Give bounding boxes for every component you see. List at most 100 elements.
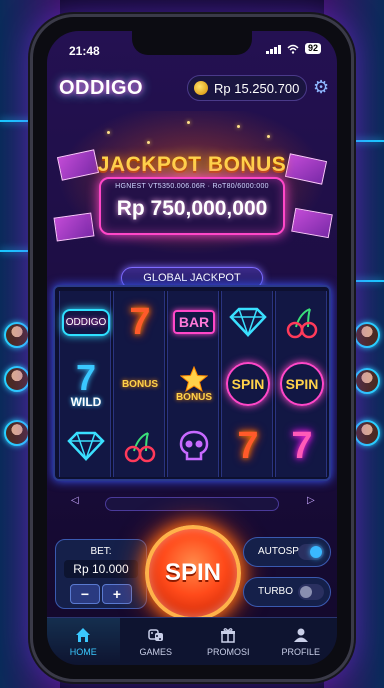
spin-button[interactable]: SPIN	[145, 525, 241, 621]
turbo-switch[interactable]	[298, 584, 324, 600]
slot-reels: ODDIGO 7 WILD 7 BONUS BAR BONUS SPIN 7 S…	[53, 285, 331, 481]
background-avatar	[354, 420, 380, 446]
signal-icon	[265, 44, 281, 54]
reel-progress-track	[105, 497, 279, 511]
reel-cell: 7	[276, 415, 328, 477]
reel-4: SPIN 7	[221, 291, 273, 477]
nav-label-home: HOME	[69, 646, 97, 657]
spin-symbol: SPIN	[226, 362, 270, 406]
reel-cell	[168, 415, 220, 477]
jackpot-amount: Rp 750,000,000	[116, 197, 268, 220]
reel-cell	[276, 291, 328, 353]
seven-symbol: 7	[129, 301, 151, 343]
star-icon	[180, 365, 208, 392]
background-avatar	[4, 322, 30, 348]
background-avatar	[4, 420, 30, 446]
cherry-icon	[286, 308, 318, 339]
nav-item-profile[interactable]: PROFILE	[265, 618, 338, 665]
autospin-switch[interactable]	[298, 544, 324, 560]
balance-pill[interactable]: Rp 15.250.700	[187, 75, 307, 101]
diamond-icon	[229, 307, 267, 337]
autospin-toggle[interactable]: AUTOSPIN	[243, 537, 331, 567]
dice-icon	[148, 627, 164, 643]
wild-label: WILD	[70, 395, 102, 409]
jackpot-amount-box: HGNEST VT5350.006.06R · RoT80/6000:000 R…	[99, 177, 285, 235]
gear-icon[interactable]: ⚙	[313, 78, 329, 96]
star-bonus-label: BONUS	[175, 391, 213, 403]
sparkle	[187, 121, 190, 124]
turbo-label: TURBO	[258, 586, 293, 597]
diamond-icon	[67, 431, 105, 461]
cherry-icon	[124, 432, 156, 463]
spin-controls: BET: Rp 10.000 − + SPIN AUTOSPIN TURBO	[47, 525, 337, 627]
sparkle	[107, 131, 110, 134]
gift-icon	[220, 627, 236, 643]
background-avatar	[4, 366, 30, 392]
reel-cell: BONUS	[168, 353, 220, 415]
sparkle	[237, 125, 240, 128]
reel-1: ODDIGO 7 WILD	[59, 291, 111, 477]
jackpot-subtitle: HGNEST VT5350.006.06R · RoT80/6000:000	[115, 183, 269, 190]
background-avatar	[354, 368, 380, 394]
app-logo: ODDIGO	[59, 77, 144, 99]
sparkle	[147, 141, 150, 144]
jackpot-banner: JACKPOT BONUS HGNEST VT5350.006.06R · Ro…	[47, 111, 337, 261]
nav-item-games[interactable]: GAMES	[120, 618, 193, 665]
app-screen: 21:48 92 ODDIGO Rp 15.250.700 ⚙ JACKPOT …	[47, 31, 337, 665]
status-bar: 21:48 92	[47, 31, 337, 61]
reel-5: SPIN 7	[275, 291, 327, 477]
reel-cell	[222, 291, 274, 353]
background-avatar	[354, 322, 380, 348]
user-icon	[293, 627, 309, 643]
wild-seven: 7	[75, 357, 97, 398]
switch-knob	[300, 586, 312, 598]
status-icons: 92	[265, 43, 321, 54]
reel-cell: 7	[222, 415, 274, 477]
wifi-icon	[287, 44, 299, 54]
bet-label: BET:	[90, 546, 112, 557]
background-neon-line	[0, 250, 34, 252]
skull-icon	[179, 430, 209, 461]
bet-panel: BET: Rp 10.000 − +	[55, 539, 147, 609]
reel-cell	[114, 415, 166, 477]
wild-symbol: 7 WILD	[70, 357, 102, 409]
seven-symbol-pink: 7	[291, 425, 313, 467]
bet-increase-button[interactable]: +	[102, 584, 132, 604]
reel-cell: BONUS	[114, 353, 166, 415]
reel-cell: ODDIGO	[60, 291, 112, 353]
bar-symbol: BAR	[172, 310, 216, 334]
arrow-right-icon[interactable]: ▷	[307, 495, 315, 506]
home-icon	[75, 627, 91, 643]
nav-label-games: GAMES	[139, 646, 172, 657]
status-time: 21:48	[69, 44, 100, 58]
reel-3: BAR BONUS	[167, 291, 219, 477]
arrow-left-icon[interactable]: ◁	[71, 495, 79, 506]
bet-value: Rp 10.000	[64, 560, 138, 578]
sparkle	[267, 135, 270, 138]
reel-cell: 7 WILD	[60, 353, 112, 415]
ticket-decoration	[53, 212, 95, 242]
balance-value: Rp 15.250.700	[214, 80, 300, 96]
bet-decrease-button[interactable]: −	[70, 584, 100, 604]
reel-cell: BAR	[168, 291, 220, 353]
switch-knob	[310, 546, 322, 558]
coin-icon	[194, 81, 208, 95]
battery-icon: 92	[304, 43, 321, 54]
top-bar: ODDIGO Rp 15.250.700 ⚙	[47, 69, 337, 105]
oddigo-symbol: ODDIGO	[61, 308, 111, 336]
ticket-decoration	[291, 207, 333, 239]
reel-cell: SPIN	[276, 353, 328, 415]
reel-cell	[60, 415, 112, 477]
reel-cell: 7	[114, 291, 166, 353]
bottom-nav: HOME GAMES PROMOSI PROFILE	[47, 617, 337, 665]
spin-symbol: SPIN	[280, 362, 324, 406]
turbo-toggle[interactable]: TURBO	[243, 577, 331, 607]
nav-item-promosi[interactable]: PROMOSI	[192, 618, 265, 665]
nav-label-profile: PROFILE	[281, 646, 320, 657]
reel-cell: SPIN	[222, 353, 274, 415]
seven-symbol: 7	[237, 425, 259, 467]
bonus-symbol: BONUS	[121, 378, 159, 390]
nav-item-home[interactable]: HOME	[47, 618, 120, 665]
jackpot-title: JACKPOT BONUS	[97, 153, 287, 176]
nav-label-promosi: PROMOSI	[206, 646, 250, 657]
